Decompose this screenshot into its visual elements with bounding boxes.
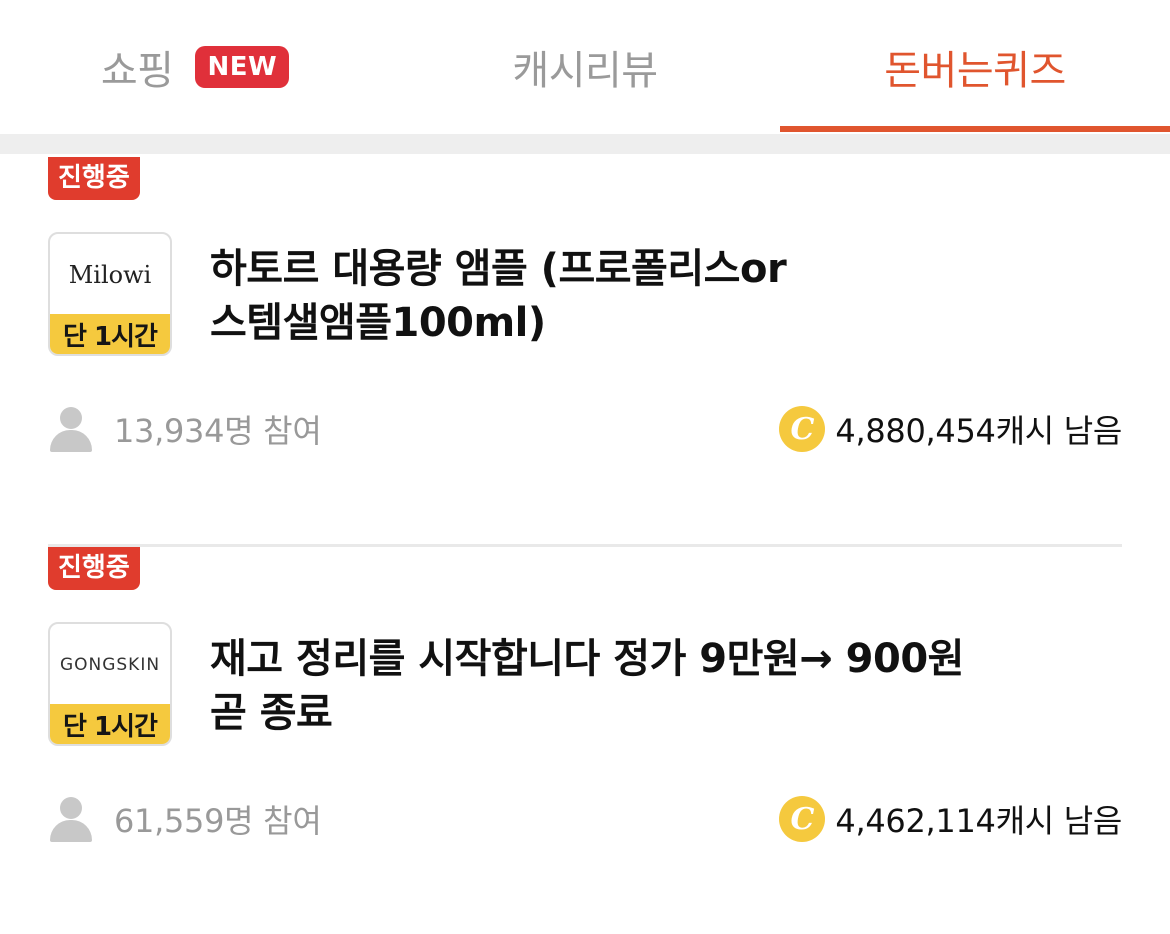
status-badge: 진행중	[48, 157, 140, 200]
status-badge: 진행중	[48, 547, 140, 590]
participants-count: 61,559명 참여	[114, 802, 322, 840]
item-title-line: 재고 정리를 시작합니다 정가 9만원→ 900원	[210, 636, 964, 682]
tab-shopping[interactable]: 쇼핑 NEW	[0, 0, 390, 136]
item-title-line: 곧 종료	[210, 690, 333, 736]
tab-shopping-label: 쇼핑	[100, 48, 174, 94]
remaining-cash: 4,880,454캐시 남음	[835, 412, 1122, 450]
brand-logo: GONGSKIN	[59, 655, 161, 675]
brand-logo: Milowi	[68, 261, 152, 289]
quiz-item[interactable]: 진행중 GONGSKIN 단 1시간 재고 정리를 시작합니다 정가 9만원→ …	[0, 544, 1170, 934]
remaining-cash-row: C 4,880,454캐시 남음	[779, 404, 1122, 454]
item-divider	[48, 544, 1122, 547]
item-title[interactable]: 하토르 대용량 앰플 (프로폴리스or 스템샐앰플100ml)	[210, 242, 1110, 350]
tab-money-quiz[interactable]: 돈버는퀴즈	[780, 0, 1170, 134]
tab-money-quiz-label: 돈버는퀴즈	[884, 48, 1066, 94]
product-thumbnail[interactable]: GONGSKIN 단 1시간	[48, 622, 172, 746]
person-icon	[48, 796, 94, 842]
remaining-cash-row: C 4,462,114캐시 남음	[779, 794, 1122, 844]
tabs-divider	[0, 134, 1170, 154]
remaining-cash: 4,462,114캐시 남음	[835, 802, 1122, 840]
tab-cash-review[interactable]: 캐시리뷰	[390, 0, 780, 134]
person-icon	[48, 406, 94, 452]
tab-bar: 쇼핑 NEW 캐시리뷰 돈버는퀴즈	[0, 0, 1170, 134]
product-thumbnail[interactable]: Milowi 단 1시간	[48, 232, 172, 356]
participants-row: 61,559명 참여	[48, 794, 322, 844]
item-title-line: 하토르 대용량 앰플 (프로폴리스or	[210, 246, 787, 292]
cash-coin-icon: C	[779, 406, 826, 452]
new-badge: NEW	[195, 46, 290, 88]
item-title[interactable]: 재고 정리를 시작합니다 정가 9만원→ 900원 곧 종료	[210, 632, 1110, 740]
active-tab-indicator	[780, 126, 1170, 132]
participants-row: 13,934명 참여	[48, 404, 322, 454]
cash-coin-icon: C	[779, 796, 826, 842]
time-limit-tag: 단 1시간	[50, 704, 170, 744]
quiz-item[interactable]: 진행중 Milowi 단 1시간 하토르 대용량 앰플 (프로폴리스or 스템샐…	[0, 154, 1170, 544]
participants-count: 13,934명 참여	[114, 412, 322, 450]
tab-cash-review-label: 캐시리뷰	[512, 48, 658, 94]
item-title-line: 스템샐앰플100ml)	[210, 300, 546, 346]
time-limit-tag: 단 1시간	[50, 314, 170, 354]
